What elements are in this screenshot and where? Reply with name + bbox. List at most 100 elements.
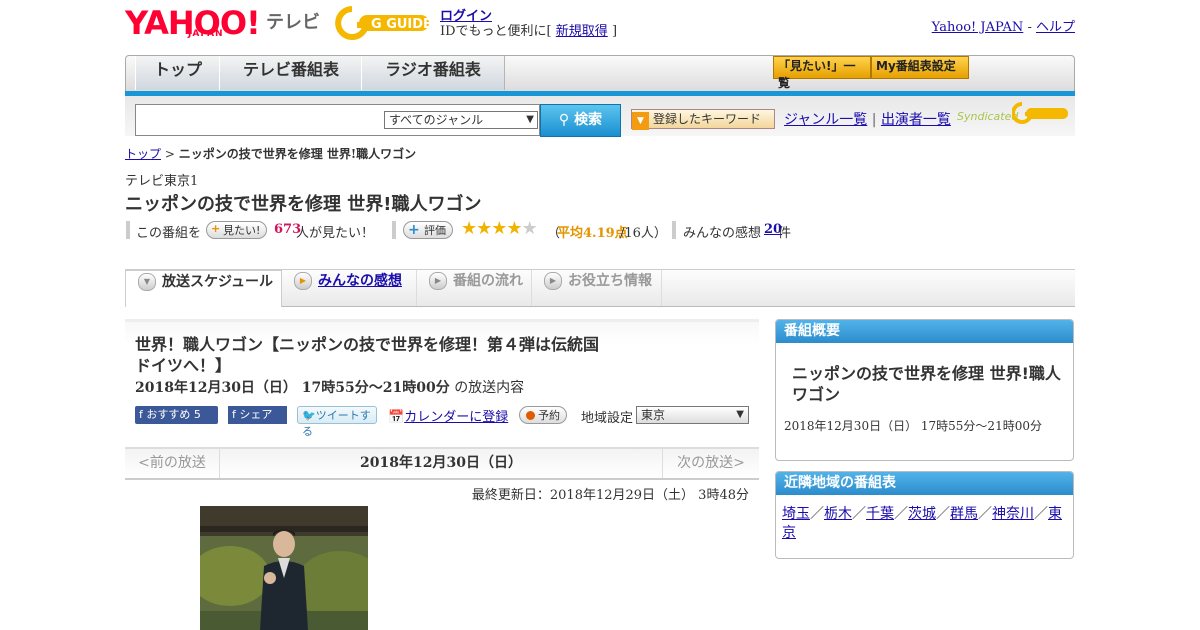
reserve-label: 予約 [538,409,560,422]
nearby-box: 近隣地域の番組表 埼玉／栃木／千葉／茨城／群馬／神奈川／東京 [775,471,1074,559]
social-buttons: f おすすめ 5 f シェア 🐦ツイートする 📅カレンダーに登録 予約 [135,406,575,438]
episode-datetime-value: 2018年12月30日（日） 17時55分～21時00分 [135,380,450,396]
login-note-prefix: IDでもっと便利に[ [440,24,552,39]
yahoo-japan-logo-sub: JAPAN [188,29,224,39]
facebook-icon: f [232,408,236,421]
program-photo [200,506,368,630]
area-separator: ／ [894,506,908,522]
facebook-share-button[interactable]: f シェア [228,406,287,424]
nav-tab-radio[interactable]: ラジオ番組表 [361,56,505,90]
area-link-gunma[interactable]: 群馬 [950,506,978,522]
prev-broadcast-link[interactable]: <前の放送 [125,449,220,478]
tab-schedule-label: 放送スケジュール [162,274,274,290]
nav-tab-tv[interactable]: テレビ番組表 [219,56,363,90]
area-link-tochigi[interactable]: 栃木 [824,506,852,522]
cast-list-link[interactable]: 出演者一覧 [881,112,951,128]
tab-info-label: お役立ち情報 [568,273,652,289]
gguide-logo[interactable]: G GUIDE [335,6,431,40]
star-icon: ★ [506,218,522,239]
search-button[interactable]: ⚲ 検索 [540,104,621,137]
genre-select-value: すべてのジャンル [389,113,484,127]
star-icon: ★ [476,218,492,239]
area-link-ibaraki[interactable]: 茨城 [908,506,936,522]
mitai-list-button[interactable]: 「見たい!」一覧 [773,56,871,90]
signup-link[interactable]: 新規取得 [556,24,608,39]
tab-comments[interactable]: ▶ みんなの感想 [282,270,417,306]
star-icon: ★ [521,218,538,239]
main-nav: トップ テレビ番組表 ラジオ番組表 「見たい!」一覧 My番組表設定 [125,55,1075,91]
program-info-row: この番組を + 見たい! 673 人が見たい！ + 評価 ★★★★★ （ 平均4… [125,218,825,242]
triangle-down-icon: ▼ [632,112,649,130]
area-link-saitama[interactable]: 埼玉 [782,506,810,522]
program-tabs: ▼ 放送スケジュール ▶ みんなの感想 ▶ 番組の流れ ▶ お役立ち情報 [125,269,1075,307]
plus-icon: + [408,222,420,238]
tab-flow[interactable]: ▶ 番組の流れ [417,270,532,306]
reserve-button[interactable]: 予約 [519,406,567,424]
search-button-label: 検索 [574,112,603,128]
syndicated-label: Syndicated [957,110,1019,123]
divider-bar [126,221,130,239]
star-icon: ★ [461,218,477,239]
link-divider: | [871,112,877,128]
overview-title: ニッポンの技で世界を修理 世界!職人ワゴン [792,364,1061,404]
mitai-button[interactable]: + 見たい! [206,221,268,239]
area-separator: ／ [810,506,824,522]
episode-title: 世界！職人ワゴン【ニッポンの技で世界を修理！第４弾は伝統国ドイツへ！】 [135,335,600,375]
mitai-suffix: 人が見たい！ [296,226,375,241]
facebook-recommend-label: おすすめ [146,408,191,421]
genre-list-link[interactable]: ジャンル一覧 [784,112,867,128]
chevron-down-icon: ▼ [736,409,744,420]
region-label: 地域設定 [581,411,634,426]
tab-flow-label: 番組の流れ [453,273,523,289]
login-note: IDでもっと便利に[ 新規取得 ] [440,20,617,39]
rating-stars: ★★★★★ [461,218,538,239]
nav-tab-top[interactable]: トップ [135,56,221,90]
channel-name: テレビ東京1 [125,174,199,189]
calendar-icon: 📅 [388,410,405,425]
current-broadcast-date: 2018年12月30日（日） [360,455,522,471]
record-icon [526,411,535,420]
top-right-separator: - [1027,20,1032,35]
nearby-area-list: 埼玉／栃木／千葉／茨城／群馬／神奈川／東京 [782,505,1067,543]
area-link-kanagawa[interactable]: 神奈川 [992,506,1034,522]
calendar-register-link[interactable]: カレンダーに登録 [404,410,508,425]
breadcrumb-current: ニッポンの技で世界を修理 世界!職人ワゴン [178,147,417,161]
calendar-register[interactable]: 📅カレンダーに登録 [388,406,508,425]
tab-info[interactable]: ▶ お役立ち情報 [532,270,662,306]
my-bangumi-button[interactable]: My番組表設定 [871,56,969,79]
tv-label: テレビ [266,12,320,33]
region-select-value: 東京 [641,408,666,422]
facebook-icon: f [139,408,143,421]
breadcrumb-top-link[interactable]: トップ [125,147,161,161]
tab-schedule[interactable]: ▼ 放送スケジュール [125,270,282,307]
hyoka-button[interactable]: + 評価 [403,221,453,239]
page-title: ニッポンの技で世界を修理 世界!職人ワゴン [125,194,482,215]
breadcrumb: トップ > ニッポンの技で世界を修理 世界!職人ワゴン [125,145,416,162]
kono-bangumi-label: この番組を [136,226,202,241]
next-broadcast-link[interactable]: 次の放送> [662,449,759,478]
keyword-button-label: 登録したキーワード [653,112,762,126]
star-icon: ★ [491,218,507,239]
tweet-button[interactable]: 🐦ツイートする [297,406,377,438]
divider-bar [672,221,676,239]
kanso-label: みんなの感想 [683,226,762,241]
plus-icon: + [211,222,221,235]
genre-select[interactable]: すべてのジャンル ▼ [384,111,538,129]
area-separator: ／ [1034,506,1048,522]
gguide-logo-text: G GUIDE [371,17,431,32]
facebook-recommend-count: 5 [193,408,201,421]
login-note-suffix: ] [611,24,618,39]
overview-time: 2018年12月30日（日） 17時55分～21時00分 [784,419,1042,433]
facebook-recommend-button[interactable]: f おすすめ 5 [135,406,218,424]
nearby-header: 近隣地域の番組表 [776,472,1073,495]
twitter-icon: 🐦 [302,409,316,422]
keyword-button[interactable]: ▼ 登録したキーワード [631,109,775,130]
area-link-chiba[interactable]: 千葉 [866,506,894,522]
region-select[interactable]: 東京 ▼ [636,406,749,424]
help-link[interactable]: ヘルプ [1036,20,1075,35]
hyoka-button-label: 評価 [424,224,446,237]
chevron-down-icon: ▼ [526,114,534,125]
yahoo-japan-link[interactable]: Yahoo! JAPAN [932,20,1024,35]
divider-bar [392,221,396,239]
date-navigation: <前の放送 2018年12月30日（日） 次の放送> [125,447,759,480]
